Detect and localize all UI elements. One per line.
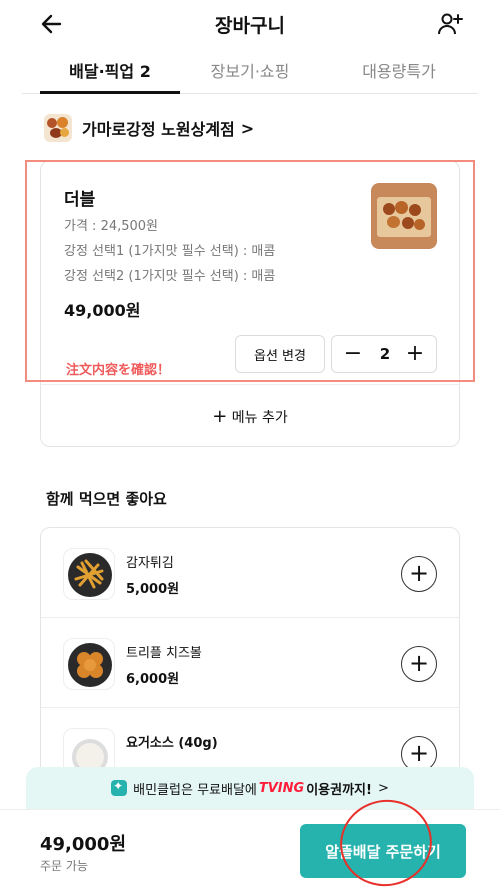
cheeseball-image [63, 638, 115, 690]
add-user-icon[interactable] [436, 10, 464, 38]
quantity-stepper: − 2 + [331, 335, 437, 373]
minus-icon[interactable]: − [340, 340, 366, 368]
item-image [371, 183, 437, 249]
add-item-button[interactable]: + [401, 556, 437, 592]
club-promo-banner[interactable]: 배민클럽은 무료배달에 TVING 이용권까지! > [26, 767, 474, 809]
item-option-2: 강정 선택2 (1가지맛 필수 선택) : 매콤 [64, 269, 276, 284]
add-item-button[interactable]: + [401, 646, 437, 682]
order-footer: 49,000원 주문 가능 알뜰배달 주문하기 [0, 809, 500, 889]
tab-bulk-deals[interactable]: 대용량특가 [334, 58, 464, 82]
list-item[interactable]: 트리플 치즈볼 6,000원 + [41, 618, 459, 708]
chevron-right-icon: > [377, 780, 389, 796]
recommend-name: 감자튀김 [126, 556, 174, 571]
tving-logo: TVING [258, 780, 305, 796]
store-logo [44, 114, 72, 142]
chevron-right-icon: > [240, 118, 255, 138]
order-total: 49,000원 [40, 834, 127, 855]
check-order-warning: 注文内容を確認！ [66, 363, 171, 378]
cart-item-card: 더블 가격 : 24,500원 강정 선택1 (1가지맛 필수 선택) : 매콤… [40, 160, 460, 447]
page-title: 장바구니 [215, 15, 285, 37]
active-tab-indicator [40, 91, 180, 94]
divider [41, 384, 459, 385]
item-name: 더블 [64, 190, 96, 210]
add-menu-label: 메뉴 추가 [231, 410, 288, 426]
recommend-name: 트리플 치즈볼 [126, 646, 202, 661]
quantity-value: 2 [379, 345, 391, 363]
fries-image [63, 548, 115, 600]
tab-delivery-pickup[interactable]: 배달·픽업 2 [40, 58, 180, 82]
order-status: 주문 가능 [40, 859, 88, 873]
order-button[interactable]: 알뜰배달 주문하기 [300, 824, 466, 878]
recommend-name: 요거소스 (40g) [126, 736, 218, 751]
promo-text-end: 이용권까지! [306, 782, 372, 798]
category-tabs: 배달·픽업 2 장보기·쇼핑 대용량특가 [22, 52, 478, 94]
top-bar: 장바구니 [0, 0, 500, 48]
list-item[interactable]: 감자튀김 5,000원 + [41, 528, 459, 618]
plus-icon[interactable]: + [402, 340, 428, 368]
item-total-price: 49,000원 [64, 301, 141, 320]
recommend-price: 5,000원 [126, 582, 180, 597]
sparkle-icon [111, 779, 128, 796]
store-link[interactable]: 가마로강정 노원상계점 > [44, 114, 254, 142]
tab-label: 배달·픽업 [69, 62, 135, 81]
tab-grocery-shopping[interactable]: 장보기·쇼핑 [190, 58, 310, 82]
tab-count: 2 [139, 62, 151, 81]
item-price-detail: 가격 : 24,500원 [64, 219, 159, 234]
plus-icon: + [212, 406, 228, 427]
recommend-title: 함께 먹으면 좋아요 [46, 490, 167, 508]
change-option-button[interactable]: 옵션 변경 [235, 335, 325, 373]
add-menu-button[interactable]: + 메뉴 추가 [41, 406, 459, 427]
promo-text: 배민클럽은 무료배달에 [133, 782, 257, 798]
item-option-1: 강정 선택1 (1가지맛 필수 선택) : 매콤 [64, 244, 276, 259]
store-name: 가마로강정 노원상계점 [82, 120, 235, 139]
recommend-price: 6,000원 [126, 672, 180, 687]
